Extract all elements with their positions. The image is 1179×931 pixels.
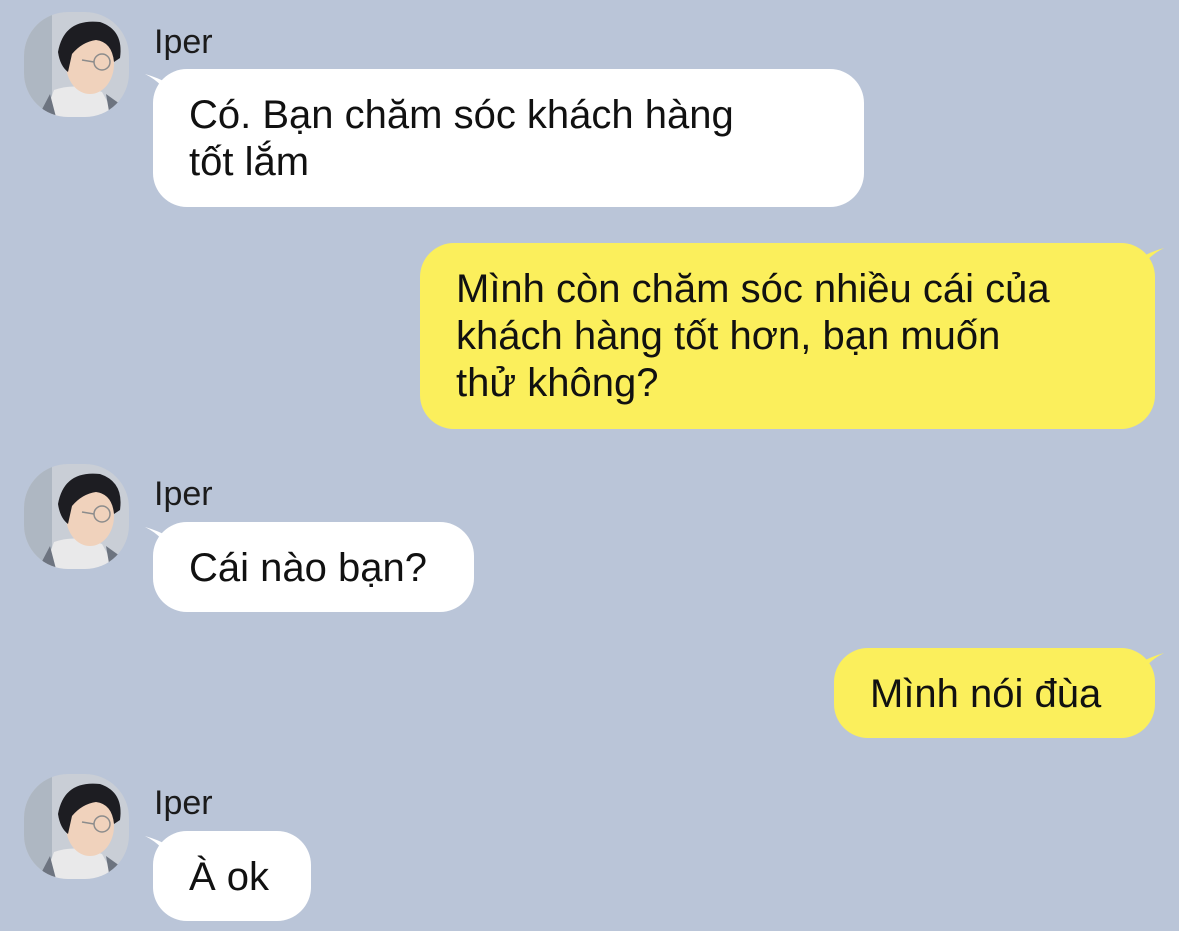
user-avatar-icon [24,12,129,117]
sender-name: Iper [154,23,213,61]
sender-avatar[interactable] [24,464,129,569]
bubble-tail [1140,653,1164,679]
message-bubble-outgoing[interactable]: Mình nói đùa [834,648,1155,738]
chat-window: Iper Có. Bạn chăm sóc khách hàng tốt lắm… [0,0,1179,931]
sender-avatar[interactable] [24,774,129,879]
sender-avatar[interactable] [24,12,129,117]
user-avatar-icon [24,774,129,879]
message-bubble-incoming[interactable]: À ok [153,831,311,921]
message-bubble-incoming[interactable]: Cái nào bạn? [153,522,474,612]
bubble-tail [1140,248,1164,274]
message-bubble-incoming[interactable]: Có. Bạn chăm sóc khách hàng tốt lắm [153,69,864,207]
user-avatar-icon [24,464,129,569]
sender-name: Iper [154,784,213,822]
message-bubble-outgoing[interactable]: Mình còn chăm sóc nhiều cái của khách hà… [420,243,1155,429]
sender-name: Iper [154,475,213,513]
